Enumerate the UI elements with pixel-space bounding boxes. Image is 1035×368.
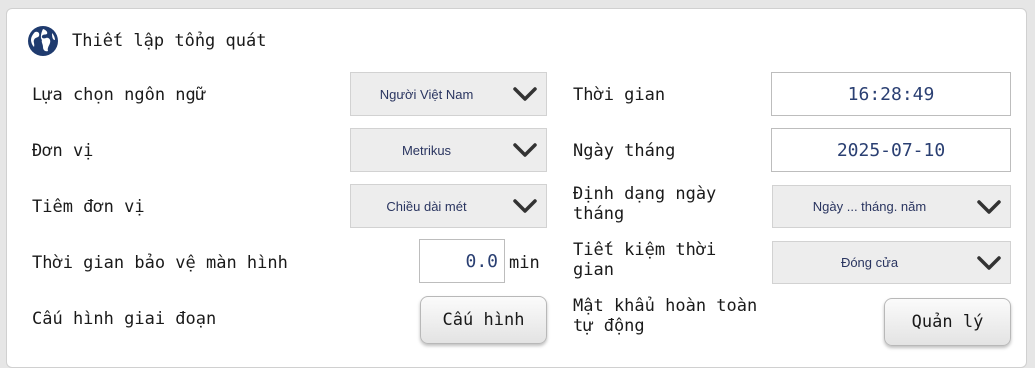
time-field[interactable]: 16:28:49 xyxy=(771,72,1011,116)
chevron-down-icon xyxy=(513,87,537,101)
chevron-down-icon xyxy=(977,255,1001,270)
date-label: Ngày tháng xyxy=(573,141,676,161)
screensaver-label: Thời gian bảo vệ màn hình xyxy=(32,253,288,273)
unit-prefix-select-value: Chiều dài mét xyxy=(386,198,467,214)
unit-prefix-select[interactable]: Chiều dài mét xyxy=(350,184,547,228)
unit-label: Đơn vị xyxy=(32,141,94,161)
globe-icon xyxy=(28,26,58,56)
date-field[interactable]: 2025-07-10 xyxy=(771,128,1011,172)
dst-select-value: Đóng cửa xyxy=(840,255,899,270)
dst-select[interactable]: Đóng cửa xyxy=(772,241,1011,284)
screensaver-unit: min xyxy=(509,253,540,273)
chevron-down-icon xyxy=(513,143,537,157)
auto-password-label: Mật khẩu hoàn toàn tự động xyxy=(573,296,758,336)
screensaver-input[interactable]: 0.0 xyxy=(419,239,505,283)
manage-button[interactable]: Quản lý xyxy=(884,298,1011,346)
dst-label: Tiết kiệm thời gian xyxy=(573,240,717,280)
chevron-down-icon xyxy=(513,199,537,213)
section-title: Thiết lập tổng quát xyxy=(72,31,267,51)
language-label: Lựa chọn ngôn ngữ xyxy=(32,85,206,105)
date-format-select[interactable]: Ngày ... tháng. năm xyxy=(772,185,1011,228)
stage-config-button[interactable]: Cấu hình xyxy=(420,296,547,344)
date-format-label: Định dạng ngày tháng xyxy=(573,184,717,224)
date-format-select-value: Ngày ... tháng. năm xyxy=(812,199,927,214)
unit-select[interactable]: Metrikus xyxy=(350,128,547,172)
time-label: Thời gian xyxy=(573,85,666,105)
language-select-value: Người Việt Nam xyxy=(379,86,474,102)
unit-select-value: Metrikus xyxy=(401,142,452,158)
unit-prefix-label: Tiêm đơn vị xyxy=(32,197,145,217)
language-select[interactable]: Người Việt Nam xyxy=(350,72,547,116)
stage-config-label: Cấu hình giai đoạn xyxy=(32,309,217,329)
chevron-down-icon xyxy=(977,199,1001,214)
